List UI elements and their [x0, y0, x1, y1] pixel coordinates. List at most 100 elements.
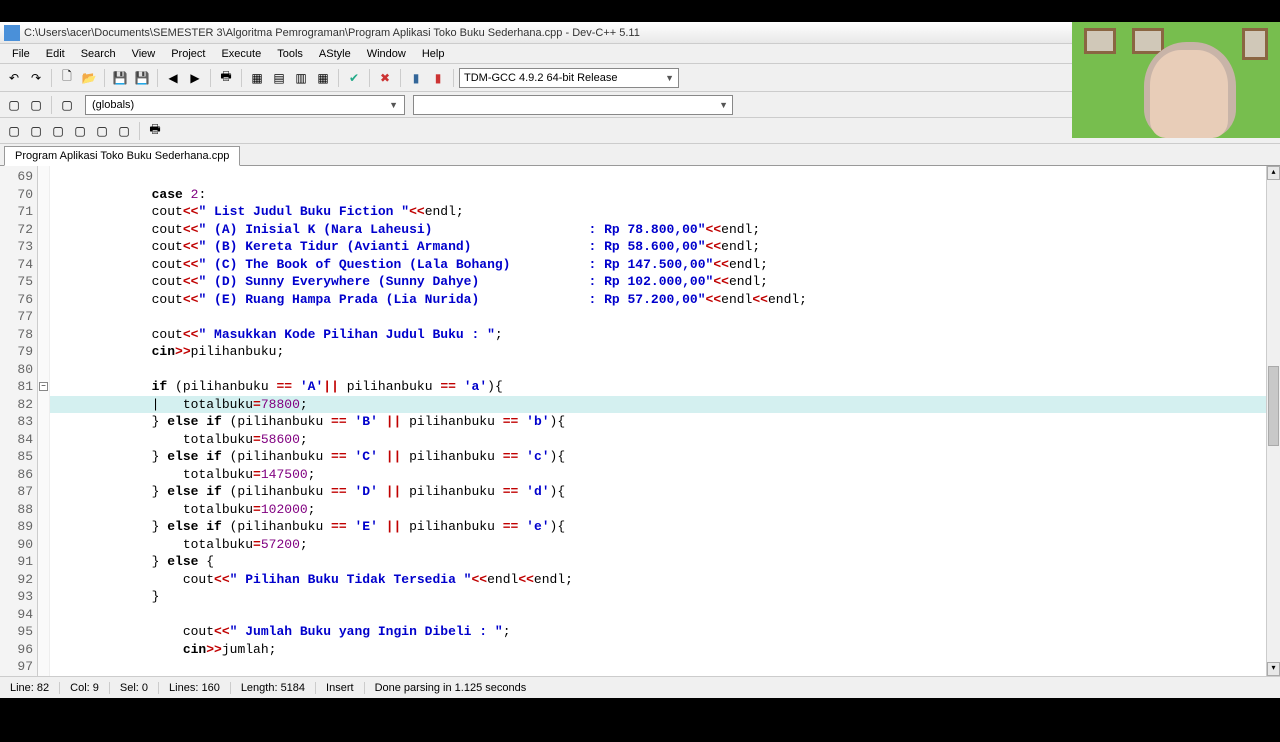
back-button[interactable]: ◀ [163, 68, 183, 88]
debug-stop-icon[interactable]: ▢ [114, 121, 134, 141]
code-line[interactable]: } [50, 588, 1280, 606]
line-number: 84 [0, 431, 37, 449]
menu-edit[interactable]: Edit [38, 46, 73, 62]
grid2-icon[interactable]: ▤ [269, 68, 289, 88]
bookmark-button[interactable]: ▢ [26, 95, 46, 115]
chevron-down-icon: ▼ [389, 100, 398, 110]
code-line[interactable]: if (pilihanbuku == 'A'|| pilihanbuku == … [50, 378, 1280, 396]
code-line[interactable] [50, 361, 1280, 379]
status-lines: Lines: 160 [159, 682, 231, 694]
app-icon [4, 25, 20, 41]
scroll-thumb[interactable] [1268, 366, 1279, 446]
code-line[interactable]: cout<<" Jumlah Buku yang Ingin Dibeli : … [50, 623, 1280, 641]
code-line[interactable] [50, 168, 1280, 186]
open-button[interactable]: 📂 [79, 68, 99, 88]
compiler-profile-value: TDM-GCC 4.9.2 64-bit Release [464, 72, 617, 84]
code-area[interactable]: case 2: cout<<" List Judul Buku Fiction … [50, 166, 1280, 676]
line-number: 90 [0, 536, 37, 554]
grid3-icon[interactable]: ▥ [291, 68, 311, 88]
file-tab[interactable]: Program Aplikasi Toko Buku Sederhana.cpp [4, 146, 240, 166]
line-number: 97 [0, 658, 37, 676]
menu-view[interactable]: View [124, 46, 164, 62]
compile-button[interactable]: ▮ [406, 68, 426, 88]
menu-astyle[interactable]: AStyle [311, 46, 359, 62]
code-line[interactable] [50, 308, 1280, 326]
run-button[interactable]: ▮ [428, 68, 448, 88]
line-number: 88 [0, 501, 37, 519]
line-number: 94 [0, 606, 37, 624]
code-editor[interactable]: 6970717273747576777879808182838485868788… [0, 166, 1280, 676]
menu-search[interactable]: Search [73, 46, 124, 62]
check-icon[interactable]: ✔ [344, 68, 364, 88]
code-line[interactable]: cout<<" (A) Inisial K (Nara Laheusi) : R… [50, 221, 1280, 239]
code-line[interactable]: | totalbuku=78800; [50, 396, 1280, 414]
grid1-icon[interactable]: ▦ [247, 68, 267, 88]
debug-button[interactable]: ▢ [57, 95, 77, 115]
code-line[interactable] [50, 606, 1280, 624]
tab-bar: Program Aplikasi Toko Buku Sederhana.cpp [0, 144, 1280, 166]
debug-step-into-icon[interactable]: ▢ [92, 121, 112, 141]
forward-button[interactable]: ▶ [185, 68, 205, 88]
line-number: 73 [0, 238, 37, 256]
scroll-down-button[interactable]: ▾ [1267, 662, 1280, 676]
code-line[interactable]: } else { [50, 553, 1280, 571]
line-number: 91 [0, 553, 37, 571]
line-number: 93 [0, 588, 37, 606]
scroll-up-button[interactable]: ▴ [1267, 166, 1280, 180]
print-button[interactable]: 🖶 [216, 68, 236, 88]
line-number: 89 [0, 518, 37, 536]
line-number: 87 [0, 483, 37, 501]
code-line[interactable]: case 2: [50, 186, 1280, 204]
webcam-overlay [1072, 22, 1280, 138]
code-line[interactable]: totalbuku=102000; [50, 501, 1280, 519]
grid4-icon[interactable]: ▦ [313, 68, 333, 88]
undo-button[interactable]: ↶ [4, 68, 24, 88]
code-line[interactable]: cin>>pilihanbuku; [50, 343, 1280, 361]
statusbar: Line: 82 Col: 9 Sel: 0 Lines: 160 Length… [0, 676, 1280, 698]
code-line[interactable]: } else if (pilihanbuku == 'C' || pilihan… [50, 448, 1280, 466]
goto-button[interactable]: ▢ [4, 95, 24, 115]
new-button[interactable]: 🗋 [57, 68, 77, 88]
cancel-icon[interactable]: ✖ [375, 68, 395, 88]
picture-frame [1132, 28, 1164, 54]
code-line[interactable]: totalbuku=58600; [50, 431, 1280, 449]
code-line[interactable]: } else if (pilihanbuku == 'E' || pilihan… [50, 518, 1280, 536]
status-line: Line: 82 [0, 682, 60, 694]
code-line[interactable]: cin>>jumlah; [50, 641, 1280, 659]
fold-minus-icon[interactable]: − [39, 382, 48, 391]
debug-watch-icon[interactable]: ▢ [26, 121, 46, 141]
menu-help[interactable]: Help [414, 46, 453, 62]
symbol-dropdown[interactable]: ▼ [413, 95, 733, 115]
code-line[interactable]: cout<<" (E) Ruang Hampa Prada (Lia Nurid… [50, 291, 1280, 309]
line-gutter: 6970717273747576777879808182838485868788… [0, 166, 38, 676]
compiler-profile-dropdown[interactable]: TDM-GCC 4.9.2 64-bit Release ▼ [459, 68, 679, 88]
menu-tools[interactable]: Tools [269, 46, 311, 62]
menu-window[interactable]: Window [359, 46, 414, 62]
line-number: 78 [0, 326, 37, 344]
vertical-scrollbar[interactable]: ▴ ▾ [1266, 166, 1280, 676]
code-line[interactable]: } else if (pilihanbuku == 'D' || pilihan… [50, 483, 1280, 501]
scope-dropdown[interactable]: (globals) ▼ [85, 95, 405, 115]
debug-print-icon[interactable]: 🖶 [145, 121, 165, 141]
menu-execute[interactable]: Execute [213, 46, 269, 62]
redo-button[interactable]: ↷ [26, 68, 46, 88]
code-line[interactable]: cout<<" (D) Sunny Everywhere (Sunny Dahy… [50, 273, 1280, 291]
code-line[interactable]: totalbuku=147500; [50, 466, 1280, 484]
code-line[interactable]: cout<<" List Judul Buku Fiction "<<endl; [50, 203, 1280, 221]
code-line[interactable]: totalbuku=57200; [50, 536, 1280, 554]
chevron-down-icon: ▼ [665, 73, 674, 83]
save-button[interactable]: 💾 [110, 68, 130, 88]
debug-step-icon[interactable]: ▢ [48, 121, 68, 141]
code-line[interactable] [50, 658, 1280, 676]
code-line[interactable]: cout<<" Pilihan Buku Tidak Tersedia "<<e… [50, 571, 1280, 589]
code-line[interactable]: cout<<" Masukkan Kode Pilihan Judul Buku… [50, 326, 1280, 344]
code-line[interactable]: } else if (pilihanbuku == 'B' || pilihan… [50, 413, 1280, 431]
line-number: 80 [0, 361, 37, 379]
save-all-button[interactable]: 💾 [132, 68, 152, 88]
menu-file[interactable]: File [4, 46, 38, 62]
code-line[interactable]: cout<<" (B) Kereta Tidur (Avianti Armand… [50, 238, 1280, 256]
debug-new-icon[interactable]: ▢ [4, 121, 24, 141]
menu-project[interactable]: Project [163, 46, 213, 62]
code-line[interactable]: cout<<" (C) The Book of Question (Lala B… [50, 256, 1280, 274]
debug-step-over-icon[interactable]: ▢ [70, 121, 90, 141]
